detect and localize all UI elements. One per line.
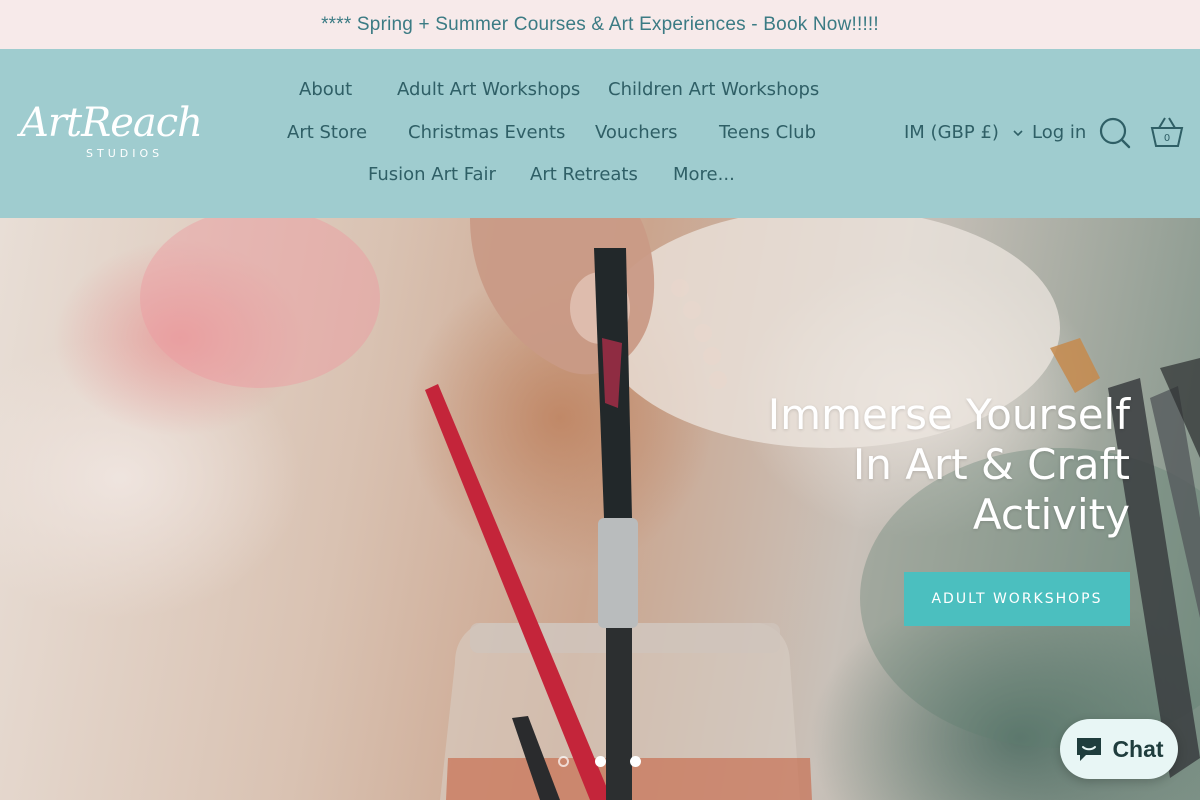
nav-item-art-store[interactable]: Art Store bbox=[287, 118, 367, 148]
basket-icon: 0 bbox=[1150, 117, 1184, 147]
search-icon bbox=[1099, 117, 1131, 149]
chat-bubble-icon bbox=[1077, 738, 1102, 761]
chat-label: Chat bbox=[1112, 735, 1164, 762]
announcement-text[interactable]: **** Spring + Summer Courses & Art Exper… bbox=[321, 14, 879, 36]
announcement-bar[interactable]: **** Spring + Summer Courses & Art Exper… bbox=[0, 0, 1200, 49]
nav-item-fusion-art-fair[interactable]: Fusion Art Fair bbox=[368, 160, 496, 190]
nav-item-about[interactable]: About bbox=[299, 75, 352, 105]
nav-item-art-retreats[interactable]: Art Retreats bbox=[530, 160, 638, 190]
currency-label: IM (GBP £) bbox=[904, 122, 999, 143]
slide-dot-1[interactable] bbox=[558, 756, 569, 767]
site-header: ArtReach STUDIOS About Adult Art Worksho… bbox=[0, 49, 1200, 218]
login-link[interactable]: Log in bbox=[1032, 115, 1086, 151]
currency-selector[interactable]: IM (GBP £) bbox=[904, 115, 1023, 151]
search-button[interactable] bbox=[1098, 115, 1132, 151]
hero-heading-line-3: Activity bbox=[972, 490, 1130, 539]
hero-heading: Immerse Yourself In Art & Craft Activity bbox=[710, 390, 1130, 540]
adult-workshops-button[interactable]: ADULT WORKSHOPS bbox=[904, 572, 1130, 626]
nav-item-christmas-events[interactable]: Christmas Events bbox=[408, 118, 565, 148]
nav-item-more[interactable]: More... bbox=[673, 160, 735, 190]
nav-item-teens-club[interactable]: Teens Club bbox=[719, 118, 816, 148]
nav-row-1: About Adult Art Workshops Children Art W… bbox=[0, 75, 1200, 105]
cart-button[interactable]: 0 bbox=[1148, 113, 1186, 151]
cart-count: 0 bbox=[1164, 133, 1170, 144]
nav-item-adult-art-workshops[interactable]: Adult Art Workshops bbox=[397, 75, 580, 105]
slide-dot-3[interactable] bbox=[630, 756, 641, 767]
hero-heading-line-2: In Art & Craft bbox=[852, 440, 1130, 489]
nav-item-children-art-workshops[interactable]: Children Art Workshops bbox=[608, 75, 819, 105]
login-label: Log in bbox=[1032, 122, 1087, 143]
chevron-down-icon bbox=[1013, 130, 1023, 137]
nav-row-3: Fusion Art Fair Art Retreats More... bbox=[0, 160, 1200, 190]
nav-item-vouchers[interactable]: Vouchers bbox=[595, 118, 678, 148]
logo-subtitle: STUDIOS bbox=[86, 147, 164, 160]
slide-dot-2[interactable] bbox=[595, 756, 606, 767]
chat-button[interactable]: Chat bbox=[1060, 719, 1178, 779]
hero-slideshow[interactable]: Immerse Yourself In Art & Craft Activity… bbox=[0, 218, 1200, 800]
hero-heading-line-1: Immerse Yourself bbox=[767, 390, 1130, 439]
